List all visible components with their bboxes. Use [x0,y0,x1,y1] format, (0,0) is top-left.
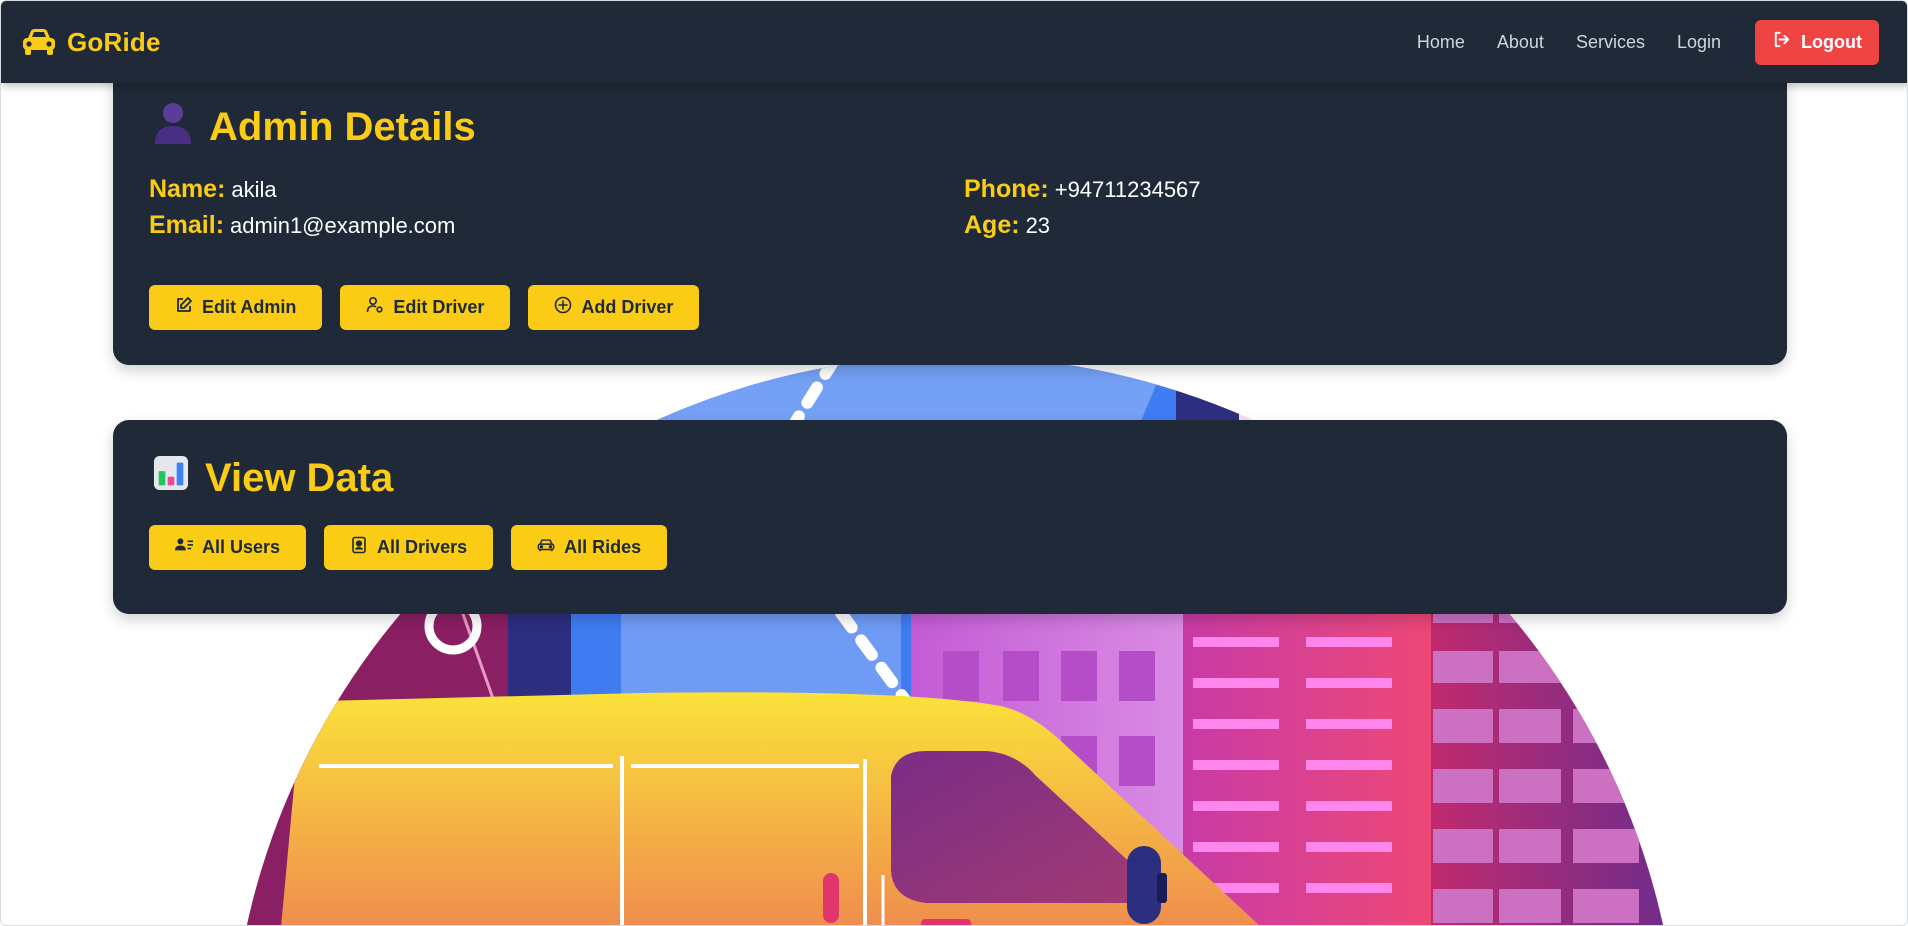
person-silhouette-icon [153,100,193,154]
car-front-icon [537,536,555,559]
field-label: Age: [964,211,1020,239]
field-value: +94711234567 [1054,177,1201,202]
admin-details-heading: Admin Details [153,100,476,154]
admin-actions: Edit Admin Edit Driver Add Driver [149,285,700,330]
admin-email-field: Email: admin1@example.com [149,211,964,240]
edit-driver-label: Edit Driver [393,297,485,317]
admin-details-title: Admin Details [209,104,476,149]
all-drivers-button[interactable]: All Drivers [324,525,494,570]
car-icon [21,27,57,57]
all-drivers-label: All Drivers [377,537,468,557]
field-label: Name: [149,175,226,203]
field-label: Phone: [964,175,1049,203]
admin-age-field: Age: 23 [964,211,1749,240]
nav-about-link[interactable]: About [1497,32,1544,53]
view-data-actions: All Users All Drivers All Rides [149,525,668,570]
edit-admin-label: Edit Admin [202,297,297,317]
nav-home-link[interactable]: Home [1417,32,1465,53]
admin-details-grid: Name: akila Phone: +94711234567 Email: admi… [149,175,1749,240]
top-navbar: GoRide Home About Services Login Logout [1,1,1907,83]
brand-name: GoRide [67,26,161,57]
admin-details-card: Admin Details Name: akila Phone: +94711234… [113,63,1787,365]
brand[interactable]: GoRide [21,27,161,58]
add-driver-button[interactable]: Add Driver [528,285,700,330]
admin-phone-field: Phone: +94711234567 [964,175,1749,204]
sign-out-icon [1772,30,1791,54]
id-badge-icon [350,536,368,559]
add-driver-label: Add Driver [581,297,674,317]
field-value: admin1@example.com [230,213,456,238]
admin-name-field: Name: akila [149,175,964,204]
edit-icon [175,296,193,319]
bar-chart-icon [153,455,189,501]
view-data-card: View Data All Users All Drivers All Ride… [113,420,1787,614]
field-value: akila [231,177,277,202]
all-users-button[interactable]: All Users [149,525,307,570]
view-data-heading: View Data [153,455,393,501]
all-rides-label: All Rides [564,537,642,557]
field-label: Email: [149,211,225,239]
edit-admin-button[interactable]: Edit Admin [149,285,323,330]
view-data-title: View Data [205,455,394,500]
logout-button[interactable]: Logout [1755,19,1879,65]
app-window: GoRide Home About Services Login Logout [0,0,1908,926]
logout-label: Logout [1801,31,1862,52]
all-rides-button[interactable]: All Rides [511,525,668,570]
plus-circle-icon [554,296,572,319]
users-list-icon [175,536,193,559]
user-gear-icon [366,296,384,319]
nav-login-link[interactable]: Login [1677,32,1721,53]
nav-links: Home About Services Login Logout [1417,19,1879,65]
nav-services-link[interactable]: Services [1576,32,1645,53]
field-value: 23 [1025,213,1051,238]
all-users-label: All Users [202,537,281,557]
edit-driver-button[interactable]: Edit Driver [340,285,511,330]
